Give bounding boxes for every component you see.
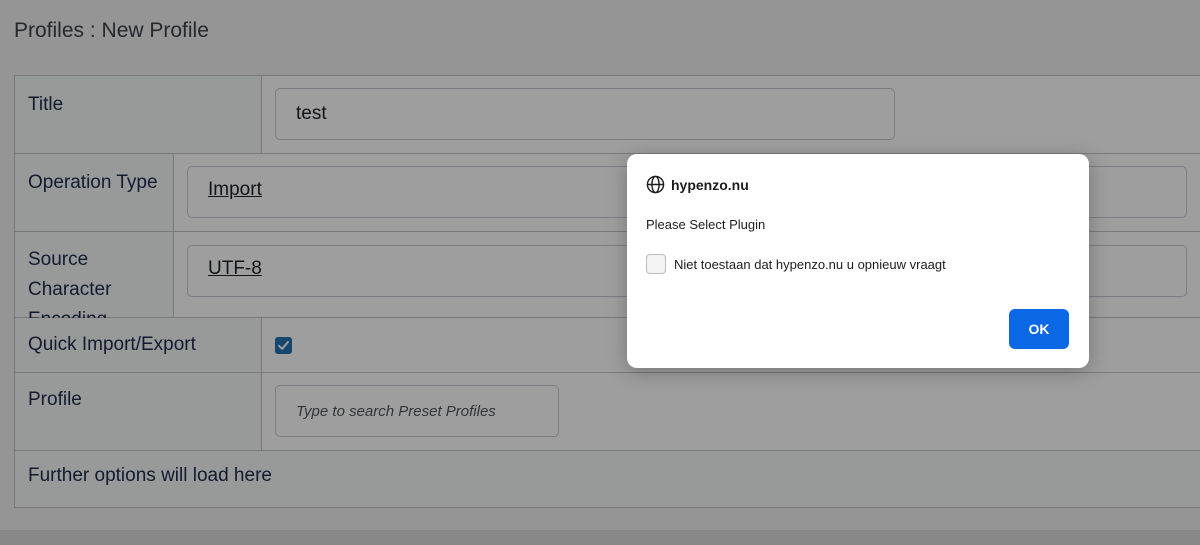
alert-dialog: hypenzo.nu Please Select Plugin Niet toe… [627, 154, 1089, 368]
ok-button[interactable]: OK [1009, 309, 1069, 349]
dialog-site-name: hypenzo.nu [671, 176, 749, 193]
dialog-header: hypenzo.nu [646, 175, 749, 194]
suppress-dialogs-label: Niet toestaan dat hypenzo.nu u opnieuw v… [674, 256, 946, 272]
dialog-suppress-option: Niet toestaan dat hypenzo.nu u opnieuw v… [646, 254, 946, 274]
globe-icon [646, 175, 665, 194]
suppress-dialogs-checkbox[interactable] [646, 254, 666, 274]
dialog-message: Please Select Plugin [646, 217, 766, 232]
